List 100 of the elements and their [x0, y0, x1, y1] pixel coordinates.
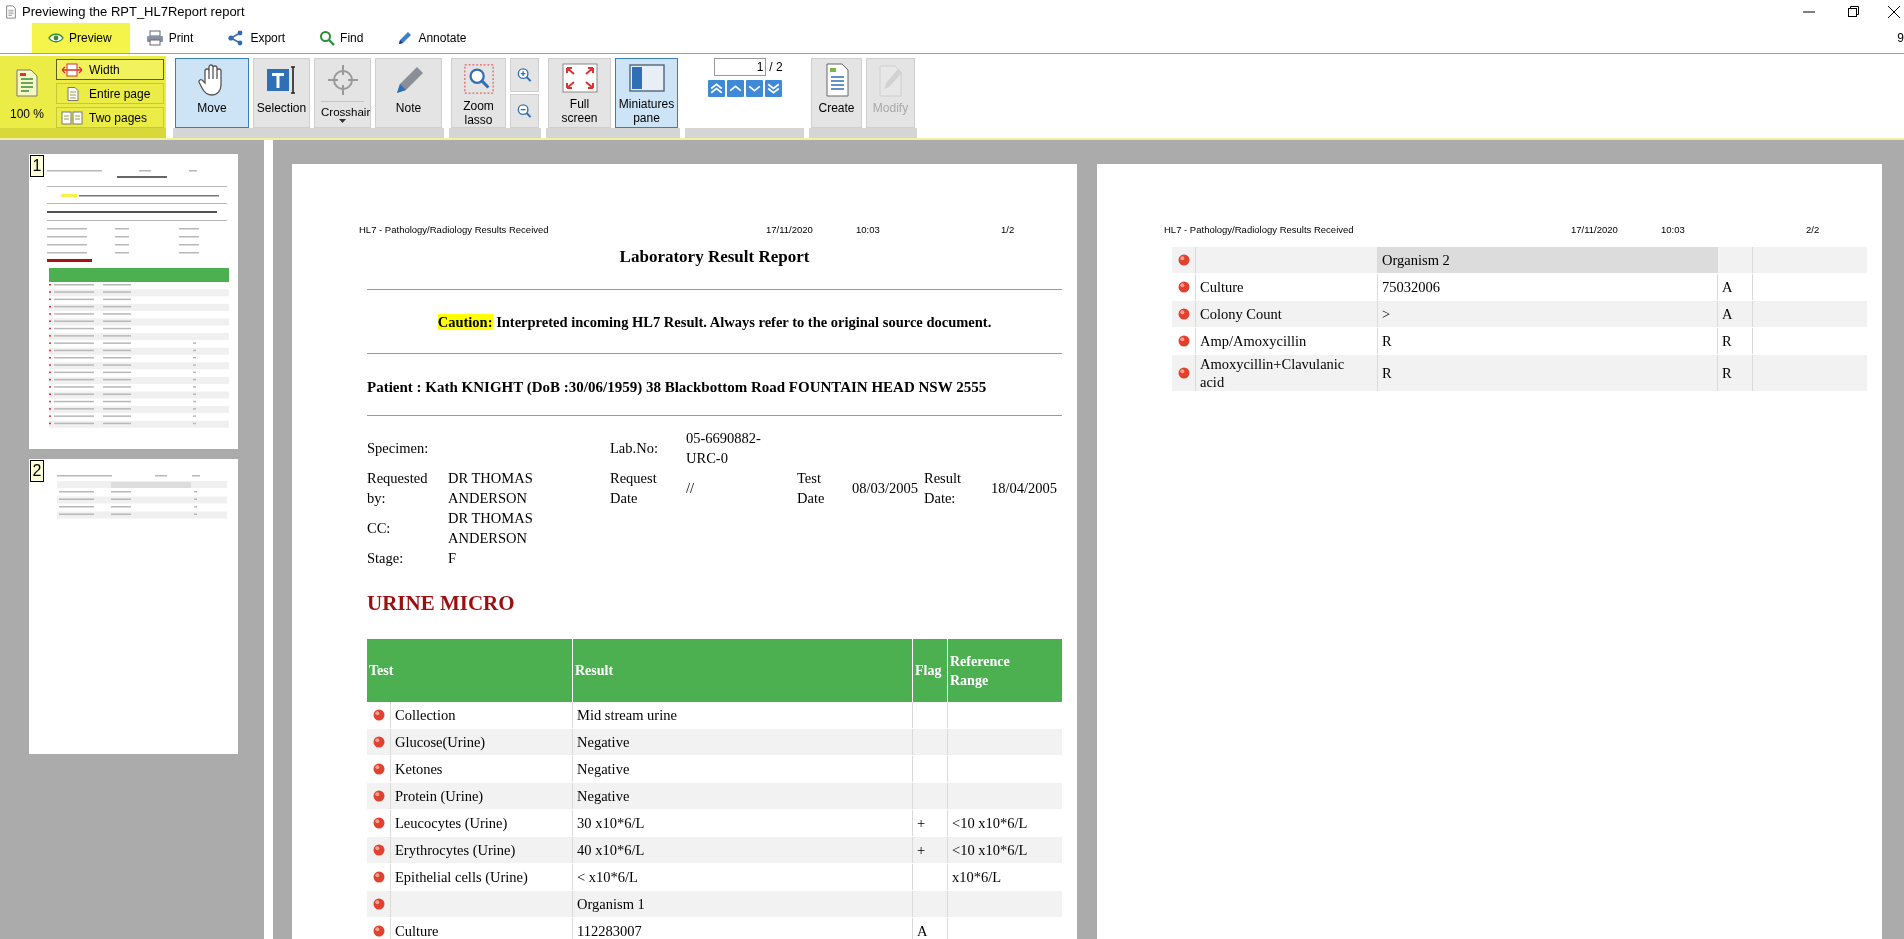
table-cell: 75032006: [1377, 274, 1717, 300]
table-cell: <10 x10*6/L: [947, 837, 1062, 863]
thumbnail-number: 2: [30, 460, 44, 482]
zoom-lasso-icon: [461, 63, 496, 95]
header-source: HL7 - Pathology/Radiology Results Received: [359, 224, 550, 236]
table-cell: Negative: [572, 756, 912, 782]
page-number-field[interactable]: 1: [714, 58, 767, 76]
document-icon: [4, 4, 18, 19]
printer-icon: [145, 30, 164, 46]
table-cell: < x10*6/L: [572, 864, 912, 890]
ribbon-tab[interactable]: Annotate: [381, 23, 485, 53]
fit-option[interactable]: Entire page: [56, 83, 164, 104]
column-header: Result: [572, 639, 912, 702]
field-value: DR THOMAS ANDERSON: [448, 469, 534, 508]
ball-icon: [1177, 254, 1190, 266]
table-cell: Protein (Urine): [390, 783, 572, 809]
table-cell: Erythrocytes (Urine): [390, 837, 572, 863]
tool-button[interactable]: Miniatures pane: [615, 58, 678, 128]
table-cell: 30 x10*6/L: [572, 810, 912, 836]
table-cell: Colony Count: [1195, 301, 1377, 327]
ribbon-tab[interactable]: Print: [129, 23, 212, 53]
table-cell: R: [1377, 355, 1717, 391]
table-cell: Epithelial cells (Urine): [390, 864, 572, 890]
field-label: Requested by:: [367, 469, 429, 508]
tool-button[interactable]: Full screen: [548, 58, 611, 128]
table-cell: Ketones: [390, 756, 572, 782]
document-icon: [15, 69, 39, 97]
field-label: Lab.No:: [610, 439, 659, 458]
tool-button[interactable]: Zoom lasso: [451, 58, 506, 128]
field-label: Stage:: [367, 549, 405, 568]
table-cell: R: [1717, 328, 1752, 354]
table-cell: A: [1717, 274, 1752, 300]
table-cell: Amp/Amoxycillin: [1195, 328, 1377, 354]
table-cell: Collection: [390, 702, 572, 728]
table-cell: Organism 1: [572, 891, 912, 917]
zoom-button[interactable]: 100 %: [2, 58, 52, 128]
pencil-icon: [397, 30, 414, 46]
tool-button[interactable]: Selection: [253, 58, 310, 128]
table-cell: Organism 2: [1377, 247, 1717, 273]
tool-button[interactable]: Create: [811, 58, 862, 128]
thumbnail-number: 1: [30, 155, 44, 177]
minimize-icon[interactable]: [1802, 10, 1815, 13]
double-up-icon[interactable]: [707, 80, 725, 97]
search-icon: [319, 30, 336, 46]
icon-button[interactable]: [510, 58, 539, 92]
field-label: Test Date: [797, 469, 826, 508]
table-cell: Amoxycillin+Clavulanic acid: [1195, 355, 1377, 391]
caution-label: Caution:: [437, 314, 493, 330]
table-cell: Leucocytes (Urine): [390, 810, 572, 836]
tool-button[interactable]: Move: [175, 58, 249, 128]
icon-button[interactable]: [510, 94, 539, 128]
ball-icon: [372, 844, 385, 856]
page-count: / 2: [769, 60, 783, 74]
field-value: F: [448, 549, 458, 568]
ribbon-tab[interactable]: Preview: [32, 23, 130, 53]
fit-option[interactable]: Two pages: [56, 107, 164, 128]
restore-icon[interactable]: [1848, 6, 1859, 17]
header-date: 17/11/2020: [766, 224, 814, 236]
crosshair-icon: [325, 63, 360, 97]
ball-icon: [372, 817, 385, 829]
table-cell: +: [912, 837, 947, 863]
fullscreen-icon: [561, 63, 598, 93]
column-header: Test: [367, 639, 572, 702]
page-thumbnail[interactable]: 2: [29, 459, 238, 754]
table-cell: 40 x10*6/L: [572, 837, 912, 863]
report-title: Laboratory Result Report: [618, 247, 811, 267]
close-icon[interactable]: [1888, 5, 1900, 18]
section-heading: URINE MICRO: [367, 590, 516, 616]
ball-icon: [372, 790, 385, 802]
fit-option[interactable]: Width: [56, 59, 164, 80]
ribbon-tab[interactable]: Find: [303, 23, 382, 53]
field-label: Request Date: [610, 469, 658, 508]
double-down-icon[interactable]: [764, 80, 782, 97]
ribbon-tab[interactable]: Export: [211, 23, 304, 53]
header-page-number: 2/2: [1806, 224, 1820, 236]
tool-button[interactable]: Note: [375, 58, 442, 128]
header-source: HL7 - Pathology/Radiology Results Received: [1164, 224, 1355, 236]
table-cell: Negative: [572, 729, 912, 755]
down-icon[interactable]: [745, 80, 763, 97]
table-cell: 112283007: [572, 918, 912, 939]
up-icon[interactable]: [726, 80, 744, 97]
ball-icon: [372, 709, 385, 721]
ball-icon: [1177, 335, 1190, 347]
table-cell: A: [1717, 301, 1752, 327]
table-cell: Culture: [390, 918, 572, 939]
field-value: DR THOMAS ANDERSON: [448, 509, 534, 548]
ball-icon: [372, 925, 385, 937]
dropdown-button[interactable]: Crosshair: [314, 58, 371, 128]
ball-icon: [1177, 308, 1190, 320]
field-value: //: [686, 479, 696, 498]
table-cell: >: [1377, 301, 1717, 327]
corner-text: 9: [1897, 31, 1904, 47]
table-cell: <10 x10*6/L: [947, 810, 1062, 836]
fit-width-icon: [61, 62, 83, 77]
page-thumbnail[interactable]: 1: [29, 154, 238, 449]
table-cell: x10*6/L: [947, 864, 1062, 890]
header-page-number: 1/2: [1001, 224, 1015, 236]
field-label: Specimen:: [367, 439, 430, 458]
header-time: 10:03: [856, 224, 881, 236]
column-header: Reference Range: [947, 639, 1062, 702]
